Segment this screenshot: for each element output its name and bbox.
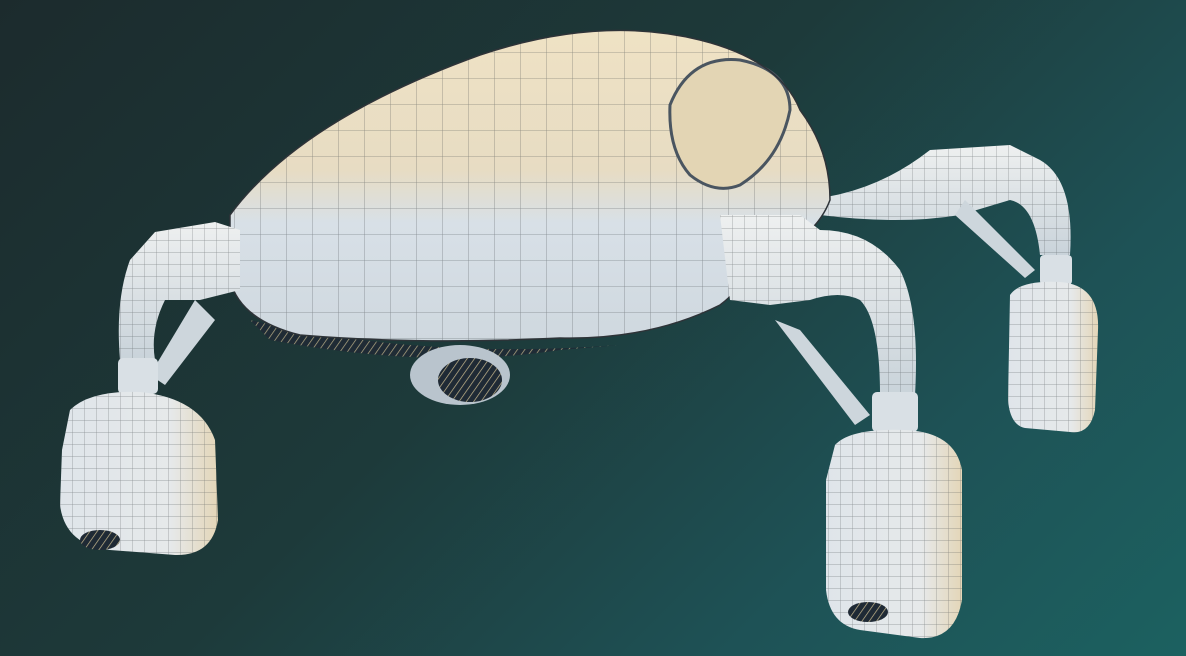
leg-front-left <box>60 222 240 556</box>
bottom-wheel <box>410 345 510 405</box>
viewport-canvas[interactable] <box>0 0 1186 656</box>
leg-front-right <box>720 215 962 639</box>
robot-render <box>60 29 1099 639</box>
